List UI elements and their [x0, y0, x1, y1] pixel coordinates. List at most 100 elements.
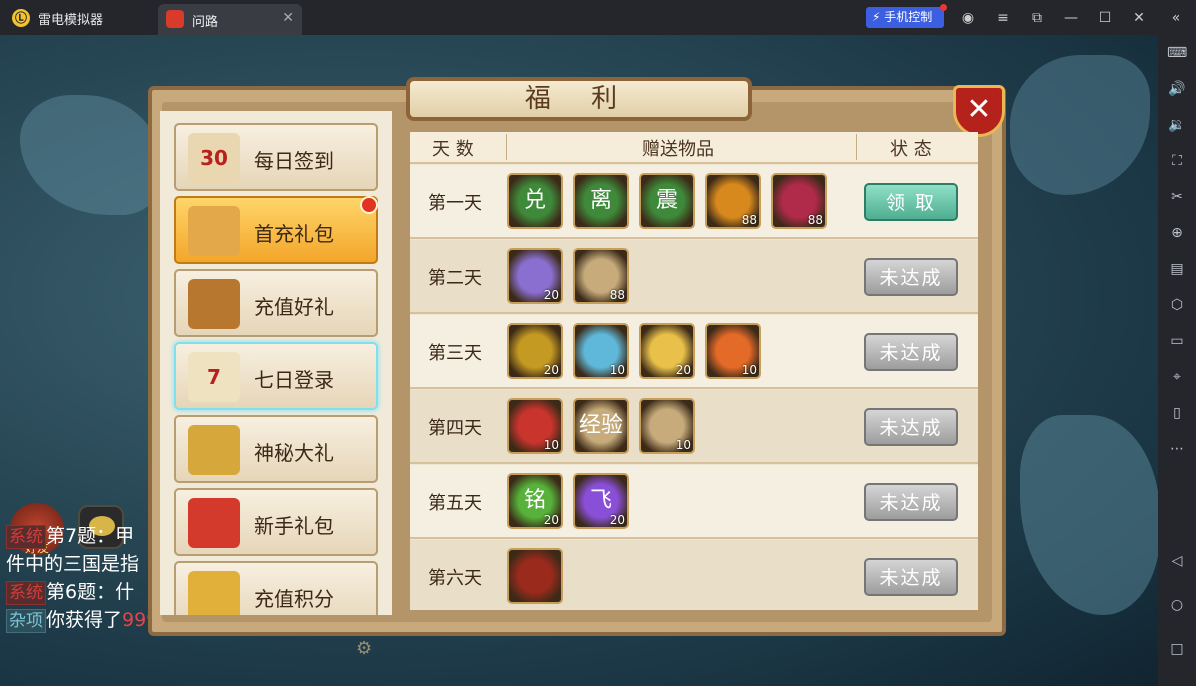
- menu-item-label: 首充礼包: [254, 222, 334, 246]
- green-leaf-token-icon[interactable]: 兑: [507, 173, 563, 229]
- item-count: 10: [543, 438, 559, 452]
- gold-chest-icon: [188, 425, 240, 475]
- gold-pile-icon: [188, 571, 240, 615]
- home-icon[interactable]: ○: [1167, 595, 1187, 615]
- reward-table: 天 数 赠送物品 状 态 第一天兑离震 88 88 领 取第二天 20 88 未达成 第三天 2…: [410, 132, 978, 610]
- day-label: 第五天: [428, 493, 482, 514]
- header-divider: [856, 134, 857, 160]
- not-achieved-button[interactable]: 未达成: [864, 483, 958, 521]
- keyboard-icon[interactable]: ⌨: [1167, 43, 1187, 63]
- menu-item-label: 神秘大礼: [254, 441, 334, 465]
- close-window-icon[interactable]: ✕: [1128, 7, 1150, 29]
- menu-item-6[interactable]: 充值积分: [174, 561, 378, 615]
- header-day: 天 数: [432, 139, 474, 160]
- phone-control-button[interactable]: ⚡ 手机控制: [866, 4, 947, 28]
- treasure-chest-icon: [188, 279, 240, 329]
- calendar-check-icon: 30: [188, 133, 240, 183]
- fire-burst-icon[interactable]: 10: [705, 323, 761, 379]
- gift-ribbon-icon[interactable]: 20: [507, 248, 563, 304]
- add-icon[interactable]: ⊕: [1167, 223, 1187, 243]
- restore-window-icon[interactable]: ⧉: [1026, 7, 1048, 29]
- gold-burst-icon[interactable]: 20: [639, 323, 695, 379]
- table-row: 第三天 20 10 20 10 未达成: [410, 315, 978, 389]
- location-icon[interactable]: ⌖: [1167, 367, 1187, 387]
- exp-scroll-icon[interactable]: 经验: [573, 398, 629, 454]
- table-row: 第二天 20 88 未达成: [410, 240, 978, 314]
- emulator-titlebar: Ⓛ 雷电模拟器 问路 ✕ ⚡ 手机控制 ◉ ≡ ⧉ — ☐ ✕ «: [0, 0, 1196, 35]
- menu-item-2[interactable]: 充值好礼: [174, 269, 378, 337]
- chat-text: 第6题：什: [46, 581, 135, 603]
- recent-icon[interactable]: □: [1167, 639, 1187, 659]
- header-status: 状 态: [890, 139, 932, 160]
- chat-settings-gear-icon[interactable]: ⚙: [356, 638, 372, 659]
- apk-icon[interactable]: ▤: [1167, 259, 1187, 279]
- not-achieved-button[interactable]: 未达成: [864, 408, 958, 446]
- folder-icon[interactable]: ▭: [1167, 331, 1187, 351]
- blue-vase-icon[interactable]: 10: [573, 323, 629, 379]
- green-leaf-token-icon[interactable]: 震: [639, 173, 695, 229]
- menu-item-label: 每日签到: [254, 149, 334, 173]
- scroll-icon[interactable]: 88: [573, 248, 629, 304]
- tab-game[interactable]: 问路 ✕: [158, 4, 302, 35]
- menu-icon[interactable]: ≡: [992, 7, 1014, 29]
- dialog-close-button[interactable]: ✕: [953, 85, 1005, 137]
- emulator-name: 雷电模拟器: [38, 13, 104, 28]
- account-icon[interactable]: ◉: [957, 7, 979, 29]
- menu-item-0[interactable]: 30 每日签到: [174, 123, 378, 191]
- red-firecracker-icon[interactable]: 88: [771, 173, 827, 229]
- red-star-icon[interactable]: 10: [507, 398, 563, 454]
- calendar-seven-icon: 7: [188, 352, 240, 402]
- item-count: 10: [675, 438, 691, 452]
- green-crystal-icon[interactable]: 铭 20: [507, 473, 563, 529]
- menu-item-4[interactable]: 神秘大礼: [174, 415, 378, 483]
- purple-crystal-icon[interactable]: 飞 20: [573, 473, 629, 529]
- volume-up-icon[interactable]: 🔊: [1167, 79, 1187, 99]
- ice-rock-decoration: [1020, 415, 1158, 615]
- menu-item-5[interactable]: 新手礼包: [174, 488, 378, 556]
- maximize-icon[interactable]: ☐: [1094, 7, 1116, 29]
- notification-dot: [940, 4, 947, 11]
- menu-item-1[interactable]: 首充礼包: [174, 196, 378, 264]
- header-items: 赠送物品: [642, 139, 714, 160]
- back-icon[interactable]: ◁: [1167, 551, 1187, 571]
- fullscreen-icon[interactable]: ⛶: [1167, 151, 1187, 171]
- collapse-sidebar-icon[interactable]: «: [1165, 7, 1187, 29]
- notification-badge: [360, 196, 378, 214]
- menu-item-label: 七日登录: [254, 368, 334, 392]
- minimize-icon[interactable]: —: [1060, 7, 1082, 29]
- tab-close-icon[interactable]: ✕: [282, 10, 294, 26]
- green-leaf-token-icon[interactable]: 离: [573, 173, 629, 229]
- ice-rock-decoration: [20, 95, 160, 215]
- day-label: 第一天: [428, 193, 482, 214]
- menu-item-label: 充值好礼: [254, 295, 334, 319]
- not-achieved-button[interactable]: 未达成: [864, 558, 958, 596]
- scroll-icon[interactable]: 10: [639, 398, 695, 454]
- red-pouch-icon[interactable]: [507, 548, 563, 604]
- gift-box-icon: [188, 498, 240, 548]
- chat-tag-system: 系统: [6, 525, 46, 549]
- not-achieved-button[interactable]: 未达成: [864, 258, 958, 296]
- table-row: 第一天 兑离震 88 88 领 取: [410, 165, 978, 239]
- shake-icon[interactable]: ▯: [1167, 403, 1187, 423]
- item-count: 20: [675, 363, 691, 377]
- scissors-icon[interactable]: ✂: [1167, 187, 1187, 207]
- chat-tag-misc: 杂项: [6, 609, 46, 633]
- not-achieved-button[interactable]: 未达成: [864, 333, 958, 371]
- item-count: 20: [543, 363, 559, 377]
- menu-item-3[interactable]: 7 七日登录: [174, 342, 378, 410]
- item-count: 20: [609, 513, 625, 527]
- gold-orb-icon[interactable]: 20: [507, 323, 563, 379]
- item-glyph: [509, 550, 561, 602]
- menu-item-label: 充值积分: [254, 587, 334, 611]
- settings-icon[interactable]: ⬡: [1167, 295, 1187, 315]
- claim-button[interactable]: 领 取: [864, 183, 958, 221]
- gold-firecracker-icon[interactable]: 88: [705, 173, 761, 229]
- item-glyph: 经验: [575, 400, 627, 452]
- emulator-sidebar: ⌨ 🔊 🔉 ⛶ ✂ ⊕ ▤ ⬡ ▭ ⌖ ▯ ⋯ ◁ ○ □: [1158, 35, 1196, 686]
- item-count: 20: [543, 288, 559, 302]
- item-count: 10: [741, 363, 757, 377]
- volume-down-icon[interactable]: 🔉: [1167, 115, 1187, 135]
- day-label: 第三天: [428, 343, 482, 364]
- more-icon[interactable]: ⋯: [1167, 439, 1187, 459]
- item-count: 88: [807, 213, 823, 227]
